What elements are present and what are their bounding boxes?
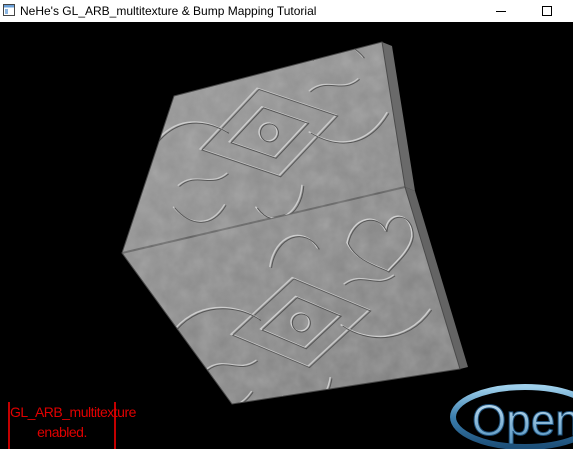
minimize-button[interactable] [478, 0, 524, 22]
title-bar[interactable]: NeHe's GL_ARB_multitexture & Bump Mappin… [0, 0, 573, 22]
app-window-icon [3, 4, 15, 16]
status-line-1: GL_ARB_multitexture [10, 404, 136, 420]
window-title: NeHe's GL_ARB_multitexture & Bump Mappin… [20, 4, 317, 18]
logo-text: OpenG [472, 396, 573, 445]
maximize-button[interactable] [524, 0, 570, 22]
app-window: NeHe's GL_ARB_multitexture & Bump Mappin… [0, 0, 573, 449]
maximize-icon [542, 6, 552, 16]
status-box: GL_ARB_multitexture enabled. [8, 402, 136, 449]
opengl-logo: OpenG [450, 384, 573, 449]
status-line-2: enabled. [37, 424, 87, 440]
gl-viewport[interactable]: GL_ARB_multitexture enabled. OpenG [0, 22, 573, 449]
minimize-icon [496, 11, 506, 12]
